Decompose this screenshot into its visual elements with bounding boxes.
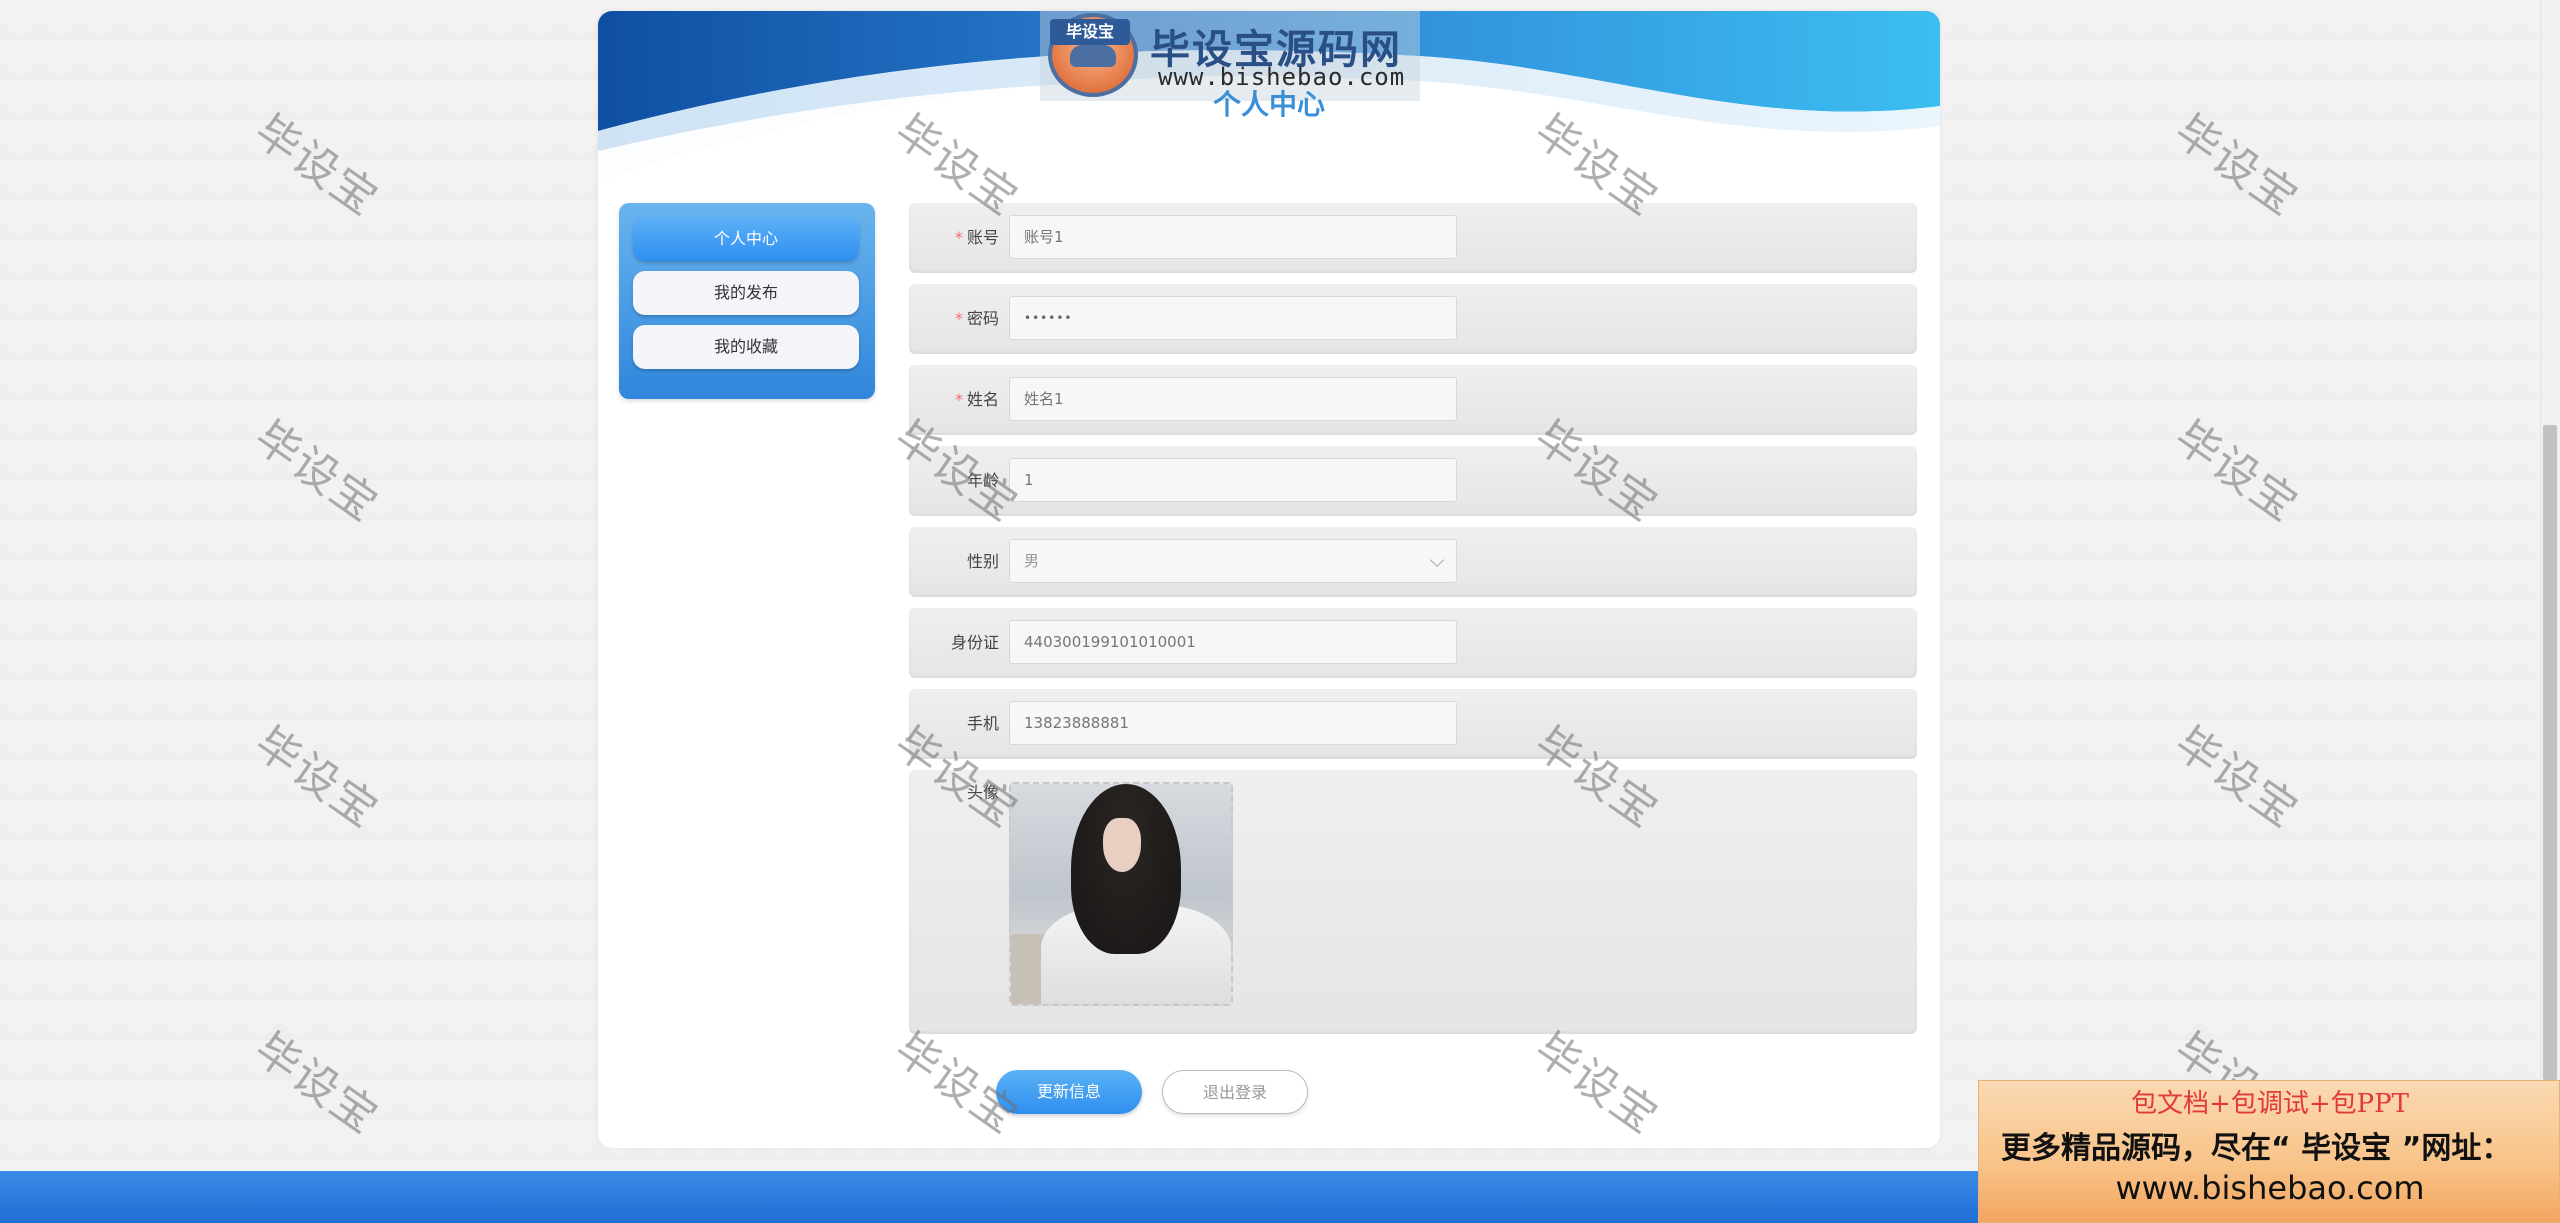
profile-form: *账号 *密码 •••••• *姓名 年龄 性别 男 身份证 手机 bbox=[909, 203, 1917, 1045]
sidebar-menu: 个人中心 我的发布 我的收藏 bbox=[619, 203, 875, 399]
promo-line-2: 更多精品源码，尽在“ 毕设宝 ”网址： bbox=[2001, 1131, 2512, 1166]
watermark: 毕设宝 bbox=[245, 411, 388, 533]
account-label: * 账号 bbox=[954, 228, 999, 247]
avatar-label: 头像 bbox=[966, 783, 999, 802]
phone-label: 手机 bbox=[966, 714, 999, 733]
age-label: 年龄 bbox=[966, 471, 999, 490]
password-label: * 密码 bbox=[954, 309, 999, 328]
avatar-upload[interactable] bbox=[1009, 782, 1233, 1006]
name-input[interactable] bbox=[1009, 377, 1457, 421]
promo-line-1: 包文档+包调试+包PPT bbox=[2131, 1089, 2409, 1119]
watermark: 毕设宝 bbox=[245, 1023, 388, 1145]
chevron-down-icon bbox=[1429, 552, 1445, 568]
name-label: * 姓名 bbox=[954, 390, 999, 409]
logo-tag: 毕设宝 bbox=[1050, 19, 1130, 45]
watermark: 毕设宝 bbox=[245, 105, 388, 227]
watermark: 毕设宝 bbox=[245, 717, 388, 839]
promo-url[interactable]: www.bishebao.com bbox=[1979, 1169, 2560, 1207]
gender-label: 性别 bbox=[966, 552, 999, 571]
form-row-name: * 姓名 bbox=[909, 365, 1917, 435]
idcard-label: 身份证 bbox=[950, 633, 999, 652]
watermark: 毕设宝 bbox=[2165, 411, 2308, 533]
form-row-account: * 账号 bbox=[909, 203, 1917, 273]
sidebar-item-my-favorites[interactable]: 我的收藏 bbox=[633, 325, 859, 369]
account-input[interactable] bbox=[1009, 215, 1457, 259]
password-input[interactable]: •••••• bbox=[1009, 296, 1457, 340]
form-row-password: * 密码 •••••• bbox=[909, 284, 1917, 354]
form-row-gender: 性别 男 bbox=[909, 527, 1917, 597]
idcard-input[interactable] bbox=[1009, 620, 1457, 664]
form-row-idcard: 身份证 bbox=[909, 608, 1917, 678]
form-row-phone: 手机 bbox=[909, 689, 1917, 759]
avatar-photo-face bbox=[1103, 818, 1141, 872]
watermark: 毕设宝 bbox=[2165, 105, 2308, 227]
age-input[interactable] bbox=[1009, 458, 1457, 502]
page-title: 个人中心 bbox=[1212, 88, 1325, 121]
form-actions: 更新信息 退出登录 bbox=[996, 1070, 1396, 1116]
profile-card: 毕设宝 毕设宝源码网 www.bishebao.com 个人中心 个人中心 我的… bbox=[598, 11, 1940, 1148]
phone-input[interactable] bbox=[1009, 701, 1457, 745]
update-info-button[interactable]: 更新信息 bbox=[996, 1070, 1142, 1114]
form-row-avatar: 头像 bbox=[909, 770, 1917, 1034]
sidebar-item-my-posts[interactable]: 我的发布 bbox=[633, 271, 859, 315]
promo-banner[interactable]: 包文档+包调试+包PPT 更多精品源码，尽在“ 毕设宝 ”网址： www.bis… bbox=[1978, 1080, 2560, 1223]
sidebar-item-profile[interactable]: 个人中心 bbox=[633, 217, 859, 261]
gender-select[interactable]: 男 bbox=[1009, 539, 1457, 583]
scrollbar-thumb[interactable] bbox=[2543, 425, 2557, 1080]
form-row-age: 年龄 bbox=[909, 446, 1917, 516]
gender-selected-value: 男 bbox=[1024, 552, 1040, 570]
logout-button[interactable]: 退出登录 bbox=[1162, 1070, 1308, 1114]
watermark: 毕设宝 bbox=[2165, 717, 2308, 839]
